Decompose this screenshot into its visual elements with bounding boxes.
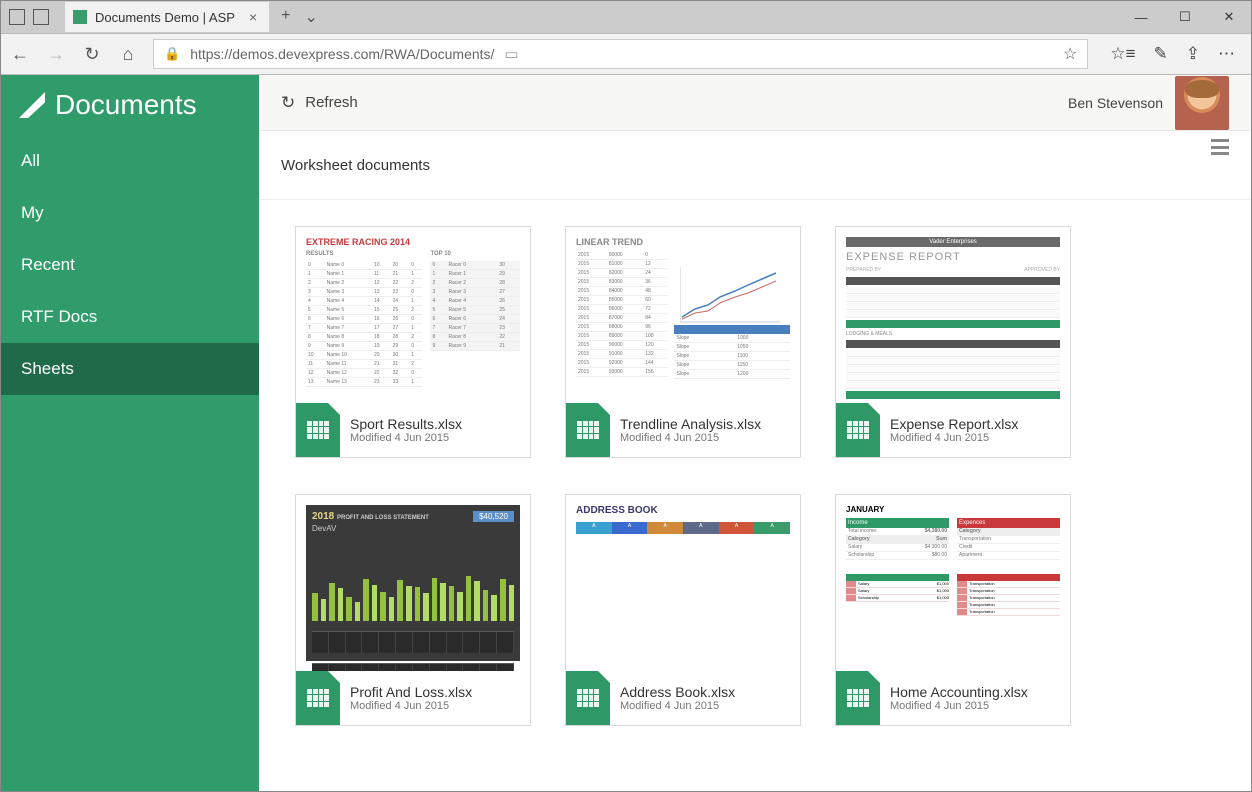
minimize-icon[interactable]: —: [1119, 2, 1163, 32]
title-bar-left-icons: [1, 9, 57, 25]
document-card[interactable]: Vader EnterprisesEXPENSE REPORTPREPARED …: [835, 226, 1071, 458]
grid-view-icon[interactable]: [1129, 139, 1201, 191]
refresh-button[interactable]: Refresh: [305, 94, 358, 111]
document-thumbnail: Vader EnterprisesEXPENSE REPORTPREPARED …: [836, 227, 1070, 403]
nav-bar: ← → ↻ ⌂ 🔒 https://demos.devexpress.com/R…: [1, 33, 1251, 75]
lock-icon: 🔒: [164, 46, 180, 62]
maximize-icon[interactable]: ☐: [1163, 2, 1207, 32]
document-card[interactable]: 2018 PROFIT AND LOSS STATEMENT$40,520Dev…: [295, 494, 531, 726]
close-window-icon[interactable]: ✕: [1207, 2, 1251, 32]
reading-icon[interactable]: ▭: [504, 45, 518, 63]
list-view-icon[interactable]: [1211, 139, 1229, 157]
forward-icon: →: [45, 44, 67, 65]
card-footer: Trendline Analysis.xlsxModified 4 Jun 20…: [566, 403, 800, 457]
file-name: Address Book.xlsx: [620, 684, 735, 700]
main: ↻ Refresh Ben Stevenson Worksheet docume…: [259, 75, 1251, 791]
tab-chevron-icon[interactable]: ⌄: [304, 7, 317, 27]
file-modified: Modified 4 Jun 2015: [620, 700, 735, 712]
document-card[interactable]: JANUARYIncomeTotal income:$4,380.00Categ…: [835, 494, 1071, 726]
ink-icon[interactable]: ✎: [1154, 44, 1168, 64]
favicon-icon: [73, 10, 87, 24]
toolbar: ↻ Refresh Ben Stevenson: [259, 75, 1251, 131]
document-grid: EXTREME RACING 2014RESULTS0Name 0102001N…: [259, 200, 1251, 752]
new-tab-icon[interactable]: +: [281, 7, 290, 27]
document-thumbnail: JANUARYIncomeTotal income:$4,380.00Categ…: [836, 495, 1070, 671]
spreadsheet-icon: [566, 403, 610, 457]
avatar[interactable]: [1175, 76, 1229, 130]
document-card[interactable]: EXTREME RACING 2014RESULTS0Name 0102001N…: [295, 226, 531, 458]
sidebar-item-sheets[interactable]: Sheets: [1, 343, 259, 395]
sidebar-item-rtf-docs[interactable]: RTF Docs: [1, 291, 259, 343]
card-meta: Expense Report.xlsxModified 4 Jun 2015: [880, 412, 1028, 448]
file-name: Home Accounting.xlsx: [890, 684, 1028, 700]
brand[interactable]: Documents: [1, 75, 259, 135]
app-root: Documents AllMyRecentRTF DocsSheets ↻ Re…: [1, 75, 1251, 791]
sidebar-item-all[interactable]: All: [1, 135, 259, 187]
url-input[interactable]: 🔒 https://demos.devexpress.com/RWA/Docum…: [153, 39, 1088, 69]
browser-chrome: Documents Demo | ASP × + ⌄ — ☐ ✕ ← → ↻ ⌂…: [1, 1, 1251, 75]
document-thumbnail: 2018 PROFIT AND LOSS STATEMENT$40,520Dev…: [296, 495, 530, 671]
document-thumbnail: EXTREME RACING 2014RESULTS0Name 0102001N…: [296, 227, 530, 403]
browser-tab[interactable]: Documents Demo | ASP ×: [65, 2, 269, 32]
file-modified: Modified 4 Jun 2015: [890, 432, 1018, 444]
card-meta: Home Accounting.xlsxModified 4 Jun 2015: [880, 680, 1038, 716]
title-bar: Documents Demo | ASP × + ⌄ — ☐ ✕: [1, 1, 1251, 33]
more-icon[interactable]: ⋯: [1218, 44, 1235, 64]
tab-title: Documents Demo | ASP: [95, 10, 235, 25]
file-modified: Modified 4 Jun 2015: [620, 432, 761, 444]
user-name: Ben Stevenson: [1068, 95, 1163, 111]
card-meta: Profit And Loss.xlsxModified 4 Jun 2015: [340, 680, 482, 716]
file-name: Sport Results.xlsx: [350, 416, 462, 432]
spreadsheet-icon: [296, 403, 340, 457]
card-meta: Trendline Analysis.xlsxModified 4 Jun 20…: [610, 412, 771, 448]
file-name: Profit And Loss.xlsx: [350, 684, 472, 700]
card-footer: Address Book.xlsxModified 4 Jun 2015: [566, 671, 800, 725]
file-name: Trendline Analysis.xlsx: [620, 416, 761, 432]
subheader: Worksheet documents: [259, 131, 1251, 200]
view-toggles: [1129, 139, 1229, 191]
sidebar-item-my[interactable]: My: [1, 187, 259, 239]
home-icon[interactable]: ⌂: [117, 44, 139, 65]
card-meta: Address Book.xlsxModified 4 Jun 2015: [610, 680, 745, 716]
file-modified: Modified 4 Jun 2015: [890, 700, 1028, 712]
document-card[interactable]: ADDRESS BOOKAAAAAA Address Book.xlsxModif…: [565, 494, 801, 726]
url-text: https://demos.devexpress.com/RWA/Documen…: [190, 46, 494, 62]
favorite-icon[interactable]: ☆: [1063, 44, 1077, 64]
file-modified: Modified 4 Jun 2015: [350, 432, 462, 444]
spreadsheet-icon: [836, 671, 880, 725]
card-footer: Home Accounting.xlsxModified 4 Jun 2015: [836, 671, 1070, 725]
taskview2-icon[interactable]: [33, 9, 49, 25]
document-thumbnail: LINEAR TREND2015800000201581000122015820…: [566, 227, 800, 403]
user-area[interactable]: Ben Stevenson: [1068, 76, 1229, 130]
favorites-hub-icon[interactable]: ☆≡: [1110, 44, 1135, 64]
toolbar-right-icons: ☆≡ ✎ ⇪ ⋯: [1102, 44, 1243, 64]
document-card[interactable]: LINEAR TREND2015800000201581000122015820…: [565, 226, 801, 458]
sidebar: Documents AllMyRecentRTF DocsSheets: [1, 75, 259, 791]
reload-icon[interactable]: ↻: [81, 44, 103, 65]
window-controls: — ☐ ✕: [1119, 2, 1251, 32]
brand-text: Documents: [55, 89, 197, 121]
spreadsheet-icon: [566, 671, 610, 725]
card-meta: Sport Results.xlsxModified 4 Jun 2015: [340, 412, 472, 448]
spreadsheet-icon: [836, 403, 880, 457]
share-icon[interactable]: ⇪: [1186, 44, 1200, 64]
sidebar-item-recent[interactable]: Recent: [1, 239, 259, 291]
page-title: Worksheet documents: [281, 157, 430, 174]
card-footer: Profit And Loss.xlsxModified 4 Jun 2015: [296, 671, 530, 725]
file-modified: Modified 4 Jun 2015: [350, 700, 472, 712]
refresh-icon[interactable]: ↻: [281, 93, 295, 113]
file-name: Expense Report.xlsx: [890, 416, 1018, 432]
taskview-icon[interactable]: [9, 9, 25, 25]
tab-close-icon[interactable]: ×: [249, 9, 257, 25]
tab-actions: + ⌄: [281, 7, 318, 27]
spreadsheet-icon: [296, 671, 340, 725]
back-icon[interactable]: ←: [9, 44, 31, 65]
card-footer: Expense Report.xlsxModified 4 Jun 2015: [836, 403, 1070, 457]
card-footer: Sport Results.xlsxModified 4 Jun 2015: [296, 403, 530, 457]
brand-logo-icon: [19, 92, 45, 118]
document-thumbnail: ADDRESS BOOKAAAAAA: [566, 495, 800, 671]
